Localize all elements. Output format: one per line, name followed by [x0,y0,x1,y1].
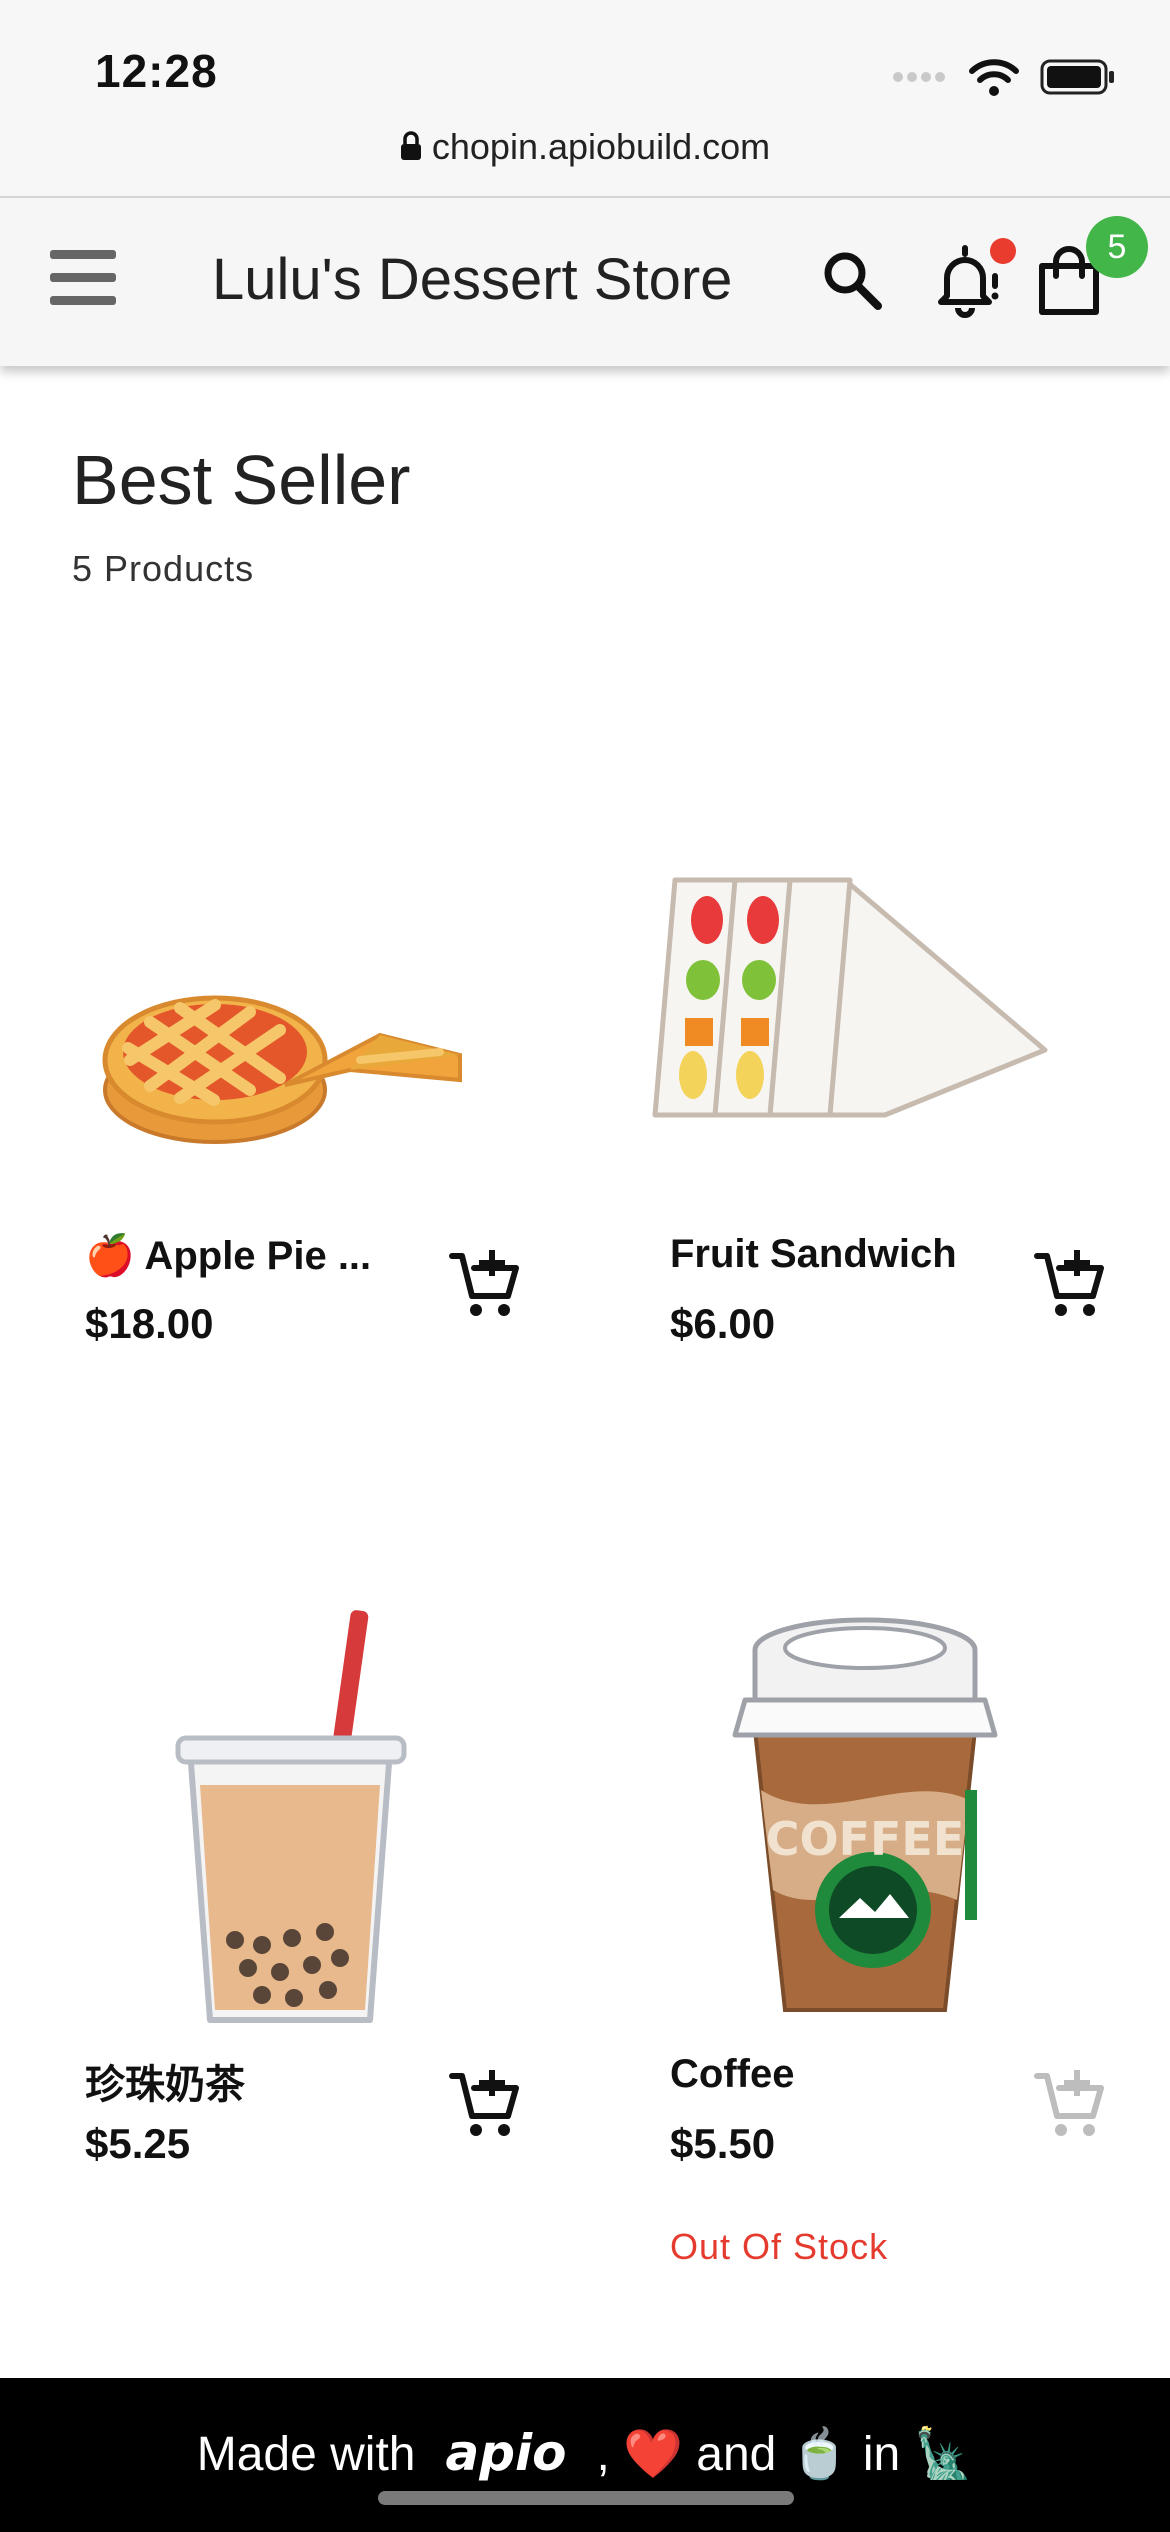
apple-pie-illustration[interactable] [0,790,560,1230]
product-card-bubble-tea[interactable]: 珍珠奶茶 $5.25 [0,1600,560,2190]
notification-dot [990,238,1016,264]
product-card-fruit-sandwich[interactable]: Fruit Sandwich $6.00 [585,790,1145,1370]
add-to-cart-icon-disabled [1034,2070,1104,2136]
cup-label-text: COFFEE [766,1812,965,1866]
add-to-cart-icon[interactable] [1031,1246,1107,1322]
lock-icon [400,131,421,160]
search-icon[interactable] [820,248,884,312]
battery-icon [1040,59,1114,95]
product-name[interactable]: Coffee [670,2052,794,2097]
footer-credit[interactable]: Made with apio , ❤️ and 🍵 in 🗽 [0,2424,1170,2482]
footer-made-with: Made with [196,2428,416,2481]
add-to-cart-icon[interactable] [446,1246,522,1322]
fruit-sandwich-illustration[interactable] [585,790,1145,1230]
coffee-cup-illustration[interactable]: COFFEE [585,1600,1145,2040]
product-price: $5.25 [85,2120,191,2167]
apio-logo[interactable]: apio [445,2424,566,2482]
home-indicator[interactable] [378,2491,794,2505]
url-text: chopin.apiobuild.com [431,126,771,167]
product-card-apple-pie[interactable]: 🍎 Apple Pie ... $18.00 [0,790,560,1370]
status-icons [892,52,1116,102]
wifi-icon [969,59,1019,96]
product-name[interactable]: Fruit Sandwich [670,1232,957,1277]
address-bar[interactable]: chopin.apiobuild.com [0,126,1170,168]
product-price: $18.00 [85,1300,214,1347]
footer: Made with apio , ❤️ and 🍵 in 🗽 [0,2378,1170,2532]
bubble-tea-illustration[interactable] [0,1600,560,2040]
page-title: Best Seller [72,441,411,519]
product-card-coffee[interactable]: COFFEE Coffee $5.50 Out Of Stock [585,1600,1145,2280]
signal-icon [893,72,945,82]
stock-status: Out Of Stock [670,2226,889,2267]
app-header: Lulu's Dessert Store [0,198,1170,366]
cart-count-badge: 5 [1086,216,1148,278]
status-time: 12:28 [95,45,218,97]
menu-icon[interactable] [50,250,116,310]
product-price: $6.00 [670,1300,776,1347]
browser-status-bar: 12:28 chopin.apiobuild.com [0,0,1170,198]
footer-rest: , ❤️ and 🍵 in 🗽 [596,2428,974,2481]
product-count: 5 Products [72,548,255,589]
product-price: $5.50 [670,2120,776,2167]
product-name[interactable]: 珍珠奶茶 [85,2052,245,2110]
add-to-cart-icon[interactable] [446,2066,522,2142]
store-title[interactable]: Lulu's Dessert Store [212,246,732,313]
product-name[interactable]: 🍎 Apple Pie ... [85,1232,371,1279]
